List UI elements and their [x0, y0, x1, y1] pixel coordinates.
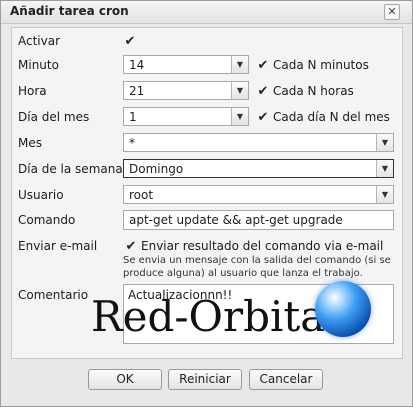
ok-button[interactable]: OK — [88, 369, 162, 390]
chevron-down-icon[interactable]: ▼ — [376, 186, 393, 203]
mes-label: Mes — [18, 136, 42, 150]
minuto-label: Minuto — [18, 58, 59, 72]
dia-semana-label: Día de la semana — [18, 162, 123, 176]
title-bar: Añadir tarea cron ✕ — [1, 1, 412, 24]
cada-horas-label: Cada N horas — [273, 84, 354, 98]
chevron-down-icon[interactable]: ▼ — [231, 56, 248, 73]
red-orbita-watermark: Red-Orbita — [91, 292, 326, 341]
cada-dia-mes-label: Cada día N del mes — [273, 110, 390, 124]
usuario-label: Usuario — [18, 188, 64, 202]
dia-semana-select[interactable]: Domingo ▼ — [123, 159, 394, 178]
comando-value: apt-get update && apt-get upgrade — [129, 213, 343, 227]
activar-label: Activar — [18, 34, 61, 48]
minuto-select[interactable]: 14 ▼ — [123, 55, 249, 74]
email-note-line2: produce alguna) al usuario que lanza el … — [123, 268, 363, 279]
email-checkbox-label: Enviar resultado del comando via e-mail — [141, 239, 384, 253]
dialog-title: Añadir tarea cron — [10, 4, 129, 18]
cada-dia-mes-checkbox[interactable]: ✔ — [257, 111, 269, 124]
email-note-line1: Se envia un mensaje con la salida del co… — [123, 255, 391, 266]
dia-mes-label: Día del mes — [18, 110, 90, 124]
comando-input[interactable]: apt-get update && apt-get upgrade — [123, 210, 394, 230]
cada-minutos-checkbox[interactable]: ✔ — [257, 59, 269, 72]
chevron-down-icon[interactable]: ▼ — [376, 160, 393, 177]
activar-checkbox[interactable]: ✔ — [124, 35, 136, 48]
dia-mes-value: 1 — [129, 110, 137, 124]
cada-minutos-label: Cada N minutos — [273, 58, 369, 72]
dia-semana-value: Domingo — [129, 162, 184, 176]
cada-horas-checkbox[interactable]: ✔ — [257, 85, 269, 98]
email-checkbox[interactable]: ✔ — [125, 240, 137, 253]
hora-value: 21 — [129, 84, 145, 98]
email-label: Enviar e-mail — [18, 239, 98, 253]
close-icon[interactable]: ✕ — [384, 4, 400, 20]
chevron-down-icon[interactable]: ▼ — [376, 134, 393, 151]
globe-icon — [315, 281, 371, 337]
mes-value: * — [129, 136, 135, 150]
reset-button[interactable]: Reiniciar — [168, 369, 242, 390]
chevron-down-icon[interactable]: ▼ — [231, 82, 248, 99]
cancel-button[interactable]: Cancelar — [249, 369, 323, 390]
dia-mes-select[interactable]: 1 ▼ — [123, 107, 249, 126]
usuario-value: root — [129, 188, 154, 202]
hora-label: Hora — [18, 84, 47, 98]
usuario-select[interactable]: root ▼ — [123, 185, 394, 204]
comando-label: Comando — [18, 213, 76, 227]
cron-dialog: Añadir tarea cron ✕ Activar ✔ Minuto 14 … — [0, 0, 413, 407]
comentario-label: Comentario — [18, 288, 89, 302]
chevron-down-icon[interactable]: ▼ — [231, 108, 248, 125]
mes-select[interactable]: * ▼ — [123, 133, 394, 152]
minuto-value: 14 — [129, 58, 145, 72]
email-note: Se envia un mensaje con la salida del co… — [123, 254, 393, 280]
hora-select[interactable]: 21 ▼ — [123, 81, 249, 100]
